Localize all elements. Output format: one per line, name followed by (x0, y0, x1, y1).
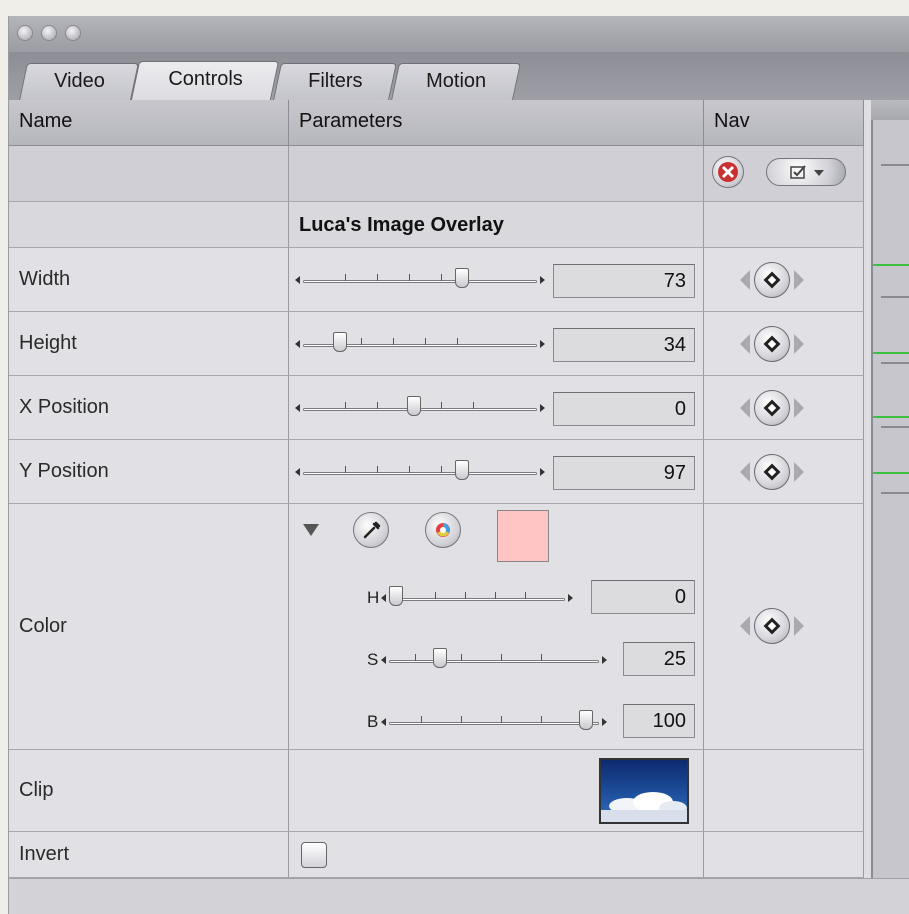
clip-well[interactable] (599, 758, 689, 824)
param-row-color: Color H 0 S 25 B 100 (9, 504, 864, 750)
saturation-slider[interactable] (381, 648, 607, 668)
hue-slider-thumb[interactable] (389, 586, 403, 606)
width-keyframe-nav[interactable] (740, 262, 804, 298)
keyframe-nav-icon (763, 271, 781, 289)
title-bar (9, 16, 909, 52)
param-row-height: Height 34 (9, 312, 864, 376)
brightness-value-field[interactable]: 100 (623, 704, 695, 738)
param-row-x-position: X Position 0 (9, 376, 864, 440)
y-position-slider-thumb[interactable] (455, 460, 469, 480)
minimize-window-button[interactable] (41, 25, 57, 41)
param-label-y-position: Y Position (9, 440, 289, 503)
saturation-label: S (367, 650, 379, 669)
keyframe-nav-icon (763, 399, 781, 417)
bottom-bar (9, 878, 909, 914)
x-position-keyframe-nav[interactable] (740, 390, 804, 426)
column-header-parameters[interactable]: Parameters (289, 100, 704, 146)
invert-checkbox[interactable] (301, 842, 327, 868)
tab-motion[interactable]: Motion (391, 63, 521, 100)
prev-keyframe-icon[interactable] (740, 462, 750, 482)
tab-bar: Video Controls Filters Motion (9, 52, 909, 100)
x-position-slider-thumb[interactable] (407, 396, 421, 416)
next-keyframe-icon[interactable] (794, 334, 804, 354)
add-keyframe-button[interactable] (754, 390, 790, 426)
width-value-field[interactable]: 73 (553, 264, 695, 298)
param-row-y-position: Y Position 97 (9, 440, 864, 504)
prev-keyframe-icon[interactable] (740, 616, 750, 636)
prev-keyframe-icon[interactable] (740, 270, 750, 290)
eyedropper-icon (363, 521, 381, 539)
timeline-ruler[interactable] (871, 100, 909, 120)
param-label-height: Height (9, 312, 289, 375)
saturation-value-field[interactable]: 25 (623, 642, 695, 676)
next-keyframe-icon[interactable] (794, 616, 804, 636)
hue-label: H (367, 588, 380, 607)
filter-title: Luca's Image Overlay (289, 202, 704, 247)
x-position-value-field[interactable]: 0 (553, 392, 695, 426)
color-picker-button[interactable] (425, 512, 461, 548)
zoom-window-button[interactable] (65, 25, 81, 41)
tab-controls[interactable]: Controls (130, 61, 280, 100)
brightness-slider-thumb[interactable] (579, 710, 593, 730)
x-position-slider[interactable] (295, 396, 545, 416)
filter-controls-window: Video Controls Filters Motion Name Param… (8, 16, 909, 914)
add-keyframe-button[interactable] (754, 326, 790, 362)
hue-slider[interactable] (381, 586, 573, 606)
param-label-invert: Invert (9, 832, 289, 877)
prev-keyframe-icon[interactable] (740, 398, 750, 418)
reset-x-icon (718, 162, 738, 182)
keyframe-nav-icon (763, 463, 781, 481)
tab-video[interactable]: Video (19, 63, 139, 100)
param-row-width: Width 73 (9, 248, 864, 312)
y-position-value-field[interactable]: 97 (553, 456, 695, 490)
add-keyframe-button[interactable] (754, 262, 790, 298)
column-header-nav[interactable]: Nav (704, 100, 864, 146)
y-position-slider[interactable] (295, 460, 545, 480)
add-keyframe-button[interactable] (754, 454, 790, 490)
next-keyframe-icon[interactable] (794, 462, 804, 482)
enable-menu-button[interactable] (766, 158, 846, 186)
close-window-button[interactable] (17, 25, 33, 41)
height-value-field[interactable]: 34 (553, 328, 695, 362)
color-keyframe-nav[interactable] (740, 608, 804, 644)
brightness-slider[interactable] (381, 710, 607, 730)
param-label-clip: Clip (9, 750, 289, 831)
param-row-invert: Invert (9, 832, 864, 878)
filter-header-row (9, 146, 864, 202)
next-keyframe-icon[interactable] (794, 270, 804, 290)
keyframe-nav-icon (763, 335, 781, 353)
height-keyframe-nav[interactable] (740, 326, 804, 362)
eyedropper-button[interactable] (353, 512, 389, 548)
y-position-keyframe-nav[interactable] (740, 454, 804, 490)
disclosure-triangle-icon[interactable] (303, 524, 319, 536)
width-slider-thumb[interactable] (455, 268, 469, 288)
next-keyframe-icon[interactable] (794, 398, 804, 418)
param-label-color: Color (9, 504, 289, 749)
add-keyframe-button[interactable] (754, 608, 790, 644)
color-wheel-icon (436, 523, 450, 537)
keyframe-timeline[interactable] (871, 100, 909, 890)
saturation-slider-thumb[interactable] (433, 648, 447, 668)
height-slider-thumb[interactable] (333, 332, 347, 352)
column-header-name[interactable]: Name (9, 100, 289, 146)
filter-title-row: Luca's Image Overlay (9, 202, 864, 248)
prev-keyframe-icon[interactable] (740, 334, 750, 354)
param-row-clip: Clip (9, 750, 864, 832)
param-label-width: Width (9, 248, 289, 311)
tab-filters[interactable]: Filters (273, 63, 397, 100)
reset-button[interactable] (712, 156, 744, 188)
keyframe-nav-icon (763, 617, 781, 635)
checkbox-menu-icon (790, 165, 824, 179)
clip-thumbnail-icon (601, 760, 687, 822)
param-label-x-position: X Position (9, 376, 289, 439)
brightness-label: B (367, 712, 379, 731)
hue-value-field[interactable]: 0 (591, 580, 695, 614)
width-slider[interactable] (295, 268, 545, 288)
color-swatch[interactable] (497, 510, 549, 562)
height-slider[interactable] (295, 332, 545, 352)
